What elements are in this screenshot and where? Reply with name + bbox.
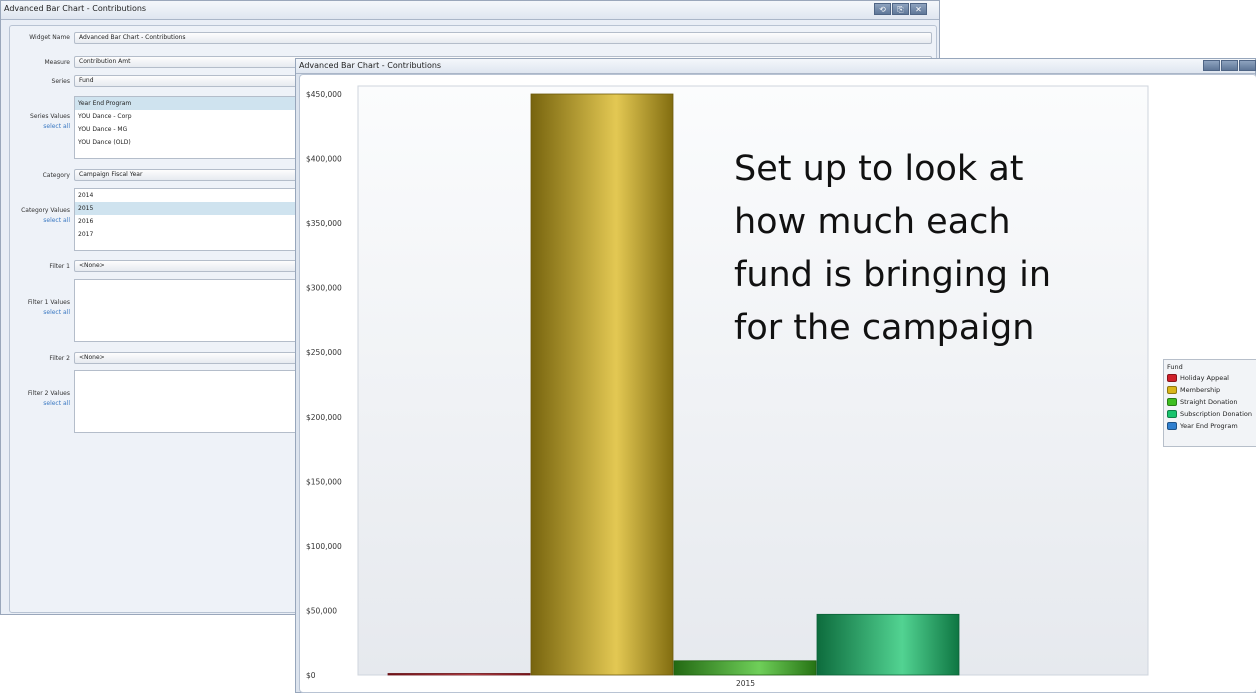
legend-swatch <box>1167 398 1177 406</box>
y-tick-label: $350,000 <box>306 219 342 228</box>
legend-label: Year End Program <box>1180 422 1238 430</box>
chart-titlebar: Advanced Bar Chart - Contributions <box>296 59 1256 74</box>
config-titlebar: Advanced Bar Chart - Contributions ⟲ ⎘ ✕ <box>1 1 939 20</box>
legend-item[interactable]: Year End Program <box>1167 421 1238 431</box>
legend-swatch <box>1167 422 1177 430</box>
category-label: Category <box>42 172 70 179</box>
category-select-all-link[interactable]: select all <box>43 217 70 224</box>
annotation-line: fund is bringing in <box>734 255 1051 295</box>
measure-label: Measure <box>44 59 71 66</box>
legend-label: Membership <box>1180 386 1221 394</box>
widget-name-input[interactable]: Advanced Bar Chart - Contributions <box>74 32 932 44</box>
chart-copy-button[interactable] <box>1221 60 1238 71</box>
legend-item[interactable]: Subscription Donation <box>1167 409 1252 419</box>
filter2-select-all-link[interactable]: select all <box>43 400 70 407</box>
y-tick-label: $100,000 <box>306 542 342 551</box>
y-tick-label: $0 <box>306 671 316 680</box>
annotation-line: for the campaign <box>734 308 1035 348</box>
filter2-label: Filter 2 <box>49 355 70 362</box>
y-tick-label: $300,000 <box>306 284 342 293</box>
legend-title: Fund <box>1167 363 1183 371</box>
series-values-label: Series Values <box>30 113 70 120</box>
filter1-select-all-link[interactable]: select all <box>43 309 70 316</box>
bar-holiday-appeal[interactable] <box>387 673 531 676</box>
filter2-values-label: Filter 2 Values <box>27 390 70 397</box>
legend-swatch <box>1167 410 1177 418</box>
chart-legend: Fund Holiday Appeal Membership Straight Do… <box>1163 359 1256 447</box>
legend-item[interactable]: Straight Donation <box>1167 397 1238 407</box>
annotation-line: how much each <box>734 202 1011 242</box>
legend-item[interactable]: Membership <box>1167 385 1220 395</box>
series-select-all-link[interactable]: select all <box>43 123 70 130</box>
config-window-title: Advanced Bar Chart - Contributions <box>4 4 147 13</box>
chart-window: Advanced Bar Chart - Contributions $0 $50… <box>295 58 1256 693</box>
chart-refresh-button[interactable] <box>1203 60 1220 71</box>
filter1-label: Filter 1 <box>49 263 70 270</box>
legend-label: Holiday Appeal <box>1180 374 1229 382</box>
x-tick-label: 2015 <box>736 679 755 688</box>
category-values-label: Category Values <box>21 207 70 214</box>
y-tick-label: $150,000 <box>306 477 342 486</box>
y-tick-label: $250,000 <box>306 348 342 357</box>
bar-membership[interactable] <box>530 93 674 676</box>
legend-swatch <box>1167 386 1177 394</box>
y-tick-label: $400,000 <box>306 155 342 164</box>
legend-label: Straight Donation <box>1180 398 1238 406</box>
close-button[interactable]: ✕ <box>910 3 927 15</box>
y-tick-label: $50,000 <box>306 606 337 615</box>
annotation-line: Set up to look at <box>734 149 1024 189</box>
legend-item[interactable]: Holiday Appeal <box>1167 373 1229 383</box>
copy-button[interactable]: ⎘ <box>892 3 909 15</box>
y-tick-label: $200,000 <box>306 413 342 422</box>
bar-straight-donation[interactable] <box>673 660 817 676</box>
annotation-text: Set up to look at how much each fund is … <box>734 143 1114 355</box>
widget-name-label: Widget Name <box>29 34 70 41</box>
y-tick-label: $450,000 <box>306 90 342 99</box>
chart-window-title: Advanced Bar Chart - Contributions <box>299 61 442 70</box>
series-label: Series <box>51 78 70 85</box>
legend-label: Subscription Donation <box>1180 410 1252 418</box>
bar-subscription-donation[interactable] <box>816 613 960 676</box>
legend-swatch <box>1167 374 1177 382</box>
filter1-values-label: Filter 1 Values <box>27 299 70 306</box>
chart-close-button[interactable] <box>1239 60 1256 71</box>
refresh-button[interactable]: ⟲ <box>874 3 891 15</box>
